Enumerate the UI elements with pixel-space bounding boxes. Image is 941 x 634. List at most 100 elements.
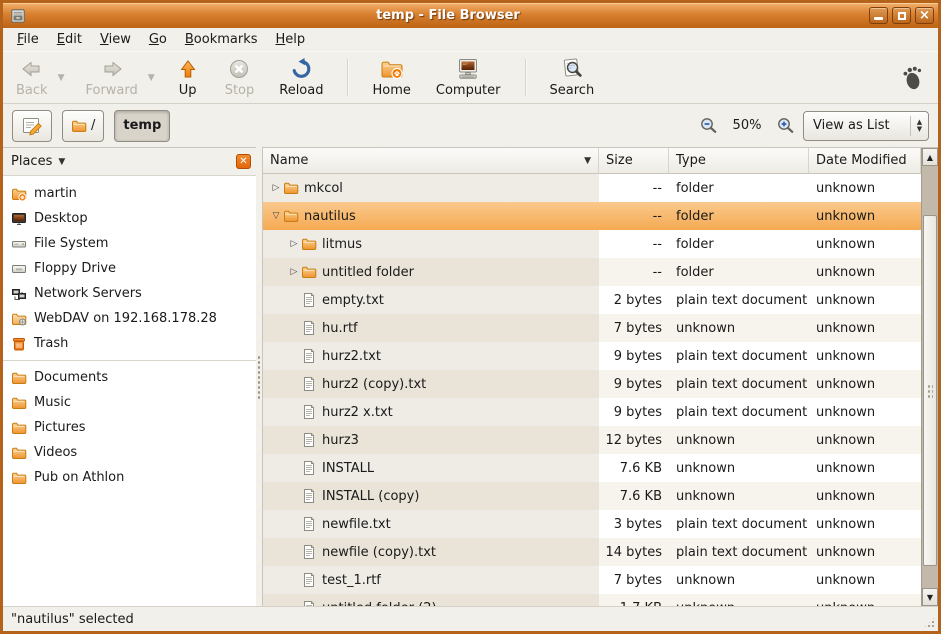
file-name: hu.rtf: [322, 321, 358, 336]
desktop-icon: [11, 211, 27, 227]
expander-closed-icon[interactable]: ▷: [269, 183, 283, 193]
sidebar-item-pub-on-athlon[interactable]: Pub on Athlon: [3, 465, 256, 490]
menu-go[interactable]: Go: [140, 30, 176, 49]
toolbar-search-main[interactable]: Search: [543, 55, 602, 100]
minimize-button[interactable]: [869, 7, 888, 24]
resize-grip[interactable]: [923, 616, 936, 629]
file-name: newfile (copy).txt: [322, 545, 436, 560]
scroll-down-button[interactable]: ▼: [922, 588, 938, 606]
window-menu-icon[interactable]: [9, 7, 27, 25]
column-header-name[interactable]: Name▼: [263, 148, 599, 174]
file-row-newfile-copy-txt[interactable]: newfile (copy).txt14 bytesplain text doc…: [263, 538, 938, 566]
scroll-up-button[interactable]: ▲: [922, 148, 938, 166]
zoom-in-icon[interactable]: [776, 116, 795, 135]
file-row-untitled-folder[interactable]: ▷untitled folder--folderunknown: [263, 258, 938, 286]
column-header-size[interactable]: Size: [599, 148, 669, 174]
toolbar-reload-main[interactable]: Reload: [272, 55, 330, 100]
cell-name: hurz2 x.txt: [263, 398, 599, 426]
toolbar-computer-main[interactable]: Computer: [429, 55, 508, 100]
column-header-date-modified[interactable]: Date Modified: [809, 148, 921, 174]
toolbar-up-main[interactable]: Up: [169, 55, 207, 100]
toolbar: Back▼Forward▼UpStopReloadHomeComputerSea…: [3, 51, 938, 104]
sidebar-item-martin[interactable]: martin: [3, 181, 256, 206]
cell-name: untitled folder (2): [263, 594, 599, 606]
cell-name: hurz3: [263, 426, 599, 454]
zoom-out-icon[interactable]: [699, 116, 718, 135]
cell-name: newfile.txt: [263, 510, 599, 538]
menu-view[interactable]: View: [91, 30, 140, 49]
sidebar-close-button[interactable]: ✕: [236, 154, 251, 169]
toolbar-search-button[interactable]: Search: [543, 55, 602, 100]
cell-date: unknown: [809, 286, 921, 314]
menu-edit[interactable]: Edit: [48, 30, 91, 49]
sidebar-item-floppy-drive[interactable]: Floppy Drive: [3, 256, 256, 281]
file-row-hurz2-txt[interactable]: hurz2.txt9 bytesplain text documentunkno…: [263, 342, 938, 370]
sidebar-item-videos[interactable]: Videos: [3, 440, 256, 465]
sidebar-item-desktop[interactable]: Desktop: [3, 206, 256, 231]
folder-icon: [11, 370, 27, 386]
pane-grip-dots: [257, 355, 261, 399]
file-row-hu-rtf[interactable]: hu.rtf7 bytesunknownunknown: [263, 314, 938, 342]
places-selector[interactable]: Places ▼: [11, 154, 65, 169]
sidebar-item-label: Pictures: [34, 420, 85, 435]
menu-help[interactable]: Help: [267, 30, 315, 49]
title-bar: temp - File Browser ×: [3, 3, 938, 28]
sidebar-item-network-servers[interactable]: Network Servers: [3, 281, 256, 306]
file-row-mkcol[interactable]: ▷mkcol--folderunknown: [263, 174, 938, 202]
maximize-button[interactable]: [892, 7, 911, 24]
toolbar-home-button[interactable]: Home: [365, 55, 417, 100]
toolbar-home-main[interactable]: Home: [365, 55, 417, 100]
home-folder-icon: [380, 57, 404, 81]
path-button-root[interactable]: /: [62, 110, 104, 142]
cell-size: 7.6 KB: [599, 454, 669, 482]
sidebar-item-pictures[interactable]: Pictures: [3, 415, 256, 440]
folder-icon: [283, 180, 299, 196]
toolbar-forward-button: Forward▼: [78, 55, 157, 100]
file-row-hurz2-copy-txt[interactable]: hurz2 (copy).txt9 bytesplain text docume…: [263, 370, 938, 398]
column-header-type[interactable]: Type: [669, 148, 809, 174]
path-button-temp[interactable]: temp: [114, 110, 170, 142]
toolbar-up-button[interactable]: Up: [169, 55, 207, 100]
expander-closed-icon[interactable]: ▷: [287, 267, 301, 277]
sidebar-item-file-system[interactable]: File System: [3, 231, 256, 256]
sidebar-item-documents[interactable]: Documents: [3, 365, 256, 390]
cell-size: 9 bytes: [599, 398, 669, 426]
expander-closed-icon[interactable]: ▷: [287, 239, 301, 249]
sidebar-item-label: File System: [34, 236, 108, 251]
file-row-untitled-folder-2[interactable]: untitled folder (2)1.7 KBunknownunknown: [263, 594, 938, 606]
file-row-hurz2-x-txt[interactable]: hurz2 x.txt9 bytesplain text documentunk…: [263, 398, 938, 426]
file-row-litmus[interactable]: ▷litmus--folderunknown: [263, 230, 938, 258]
file-row-nautilus[interactable]: ▽nautilus--folderunknown: [263, 202, 938, 230]
file-row-install-copy[interactable]: INSTALL (copy)7.6 KBunknownunknown: [263, 482, 938, 510]
menu-bookmarks[interactable]: Bookmarks: [176, 30, 267, 49]
expander-open-icon[interactable]: ▽: [269, 211, 283, 221]
vertical-scrollbar[interactable]: ▲ ▼: [921, 148, 938, 606]
cell-type: plain text document: [669, 286, 809, 314]
places-list: martinDesktop File System Floppy DriveNetw…: [3, 176, 256, 490]
close-button[interactable]: ×: [915, 7, 934, 24]
sidebar-item-music[interactable]: Music: [3, 390, 256, 415]
file-row-test-1-rtf[interactable]: test_1.rtf7 bytesunknownunknown: [263, 566, 938, 594]
file-row-install[interactable]: INSTALL7.6 KBunknownunknown: [263, 454, 938, 482]
chevron-down-icon: ▼: [58, 157, 65, 167]
trash-icon: [11, 336, 27, 352]
view-mode-selector[interactable]: View as List ▲▼: [803, 111, 929, 141]
cell-date: unknown: [809, 482, 921, 510]
file-row-empty-txt[interactable]: empty.txt2 bytesplain text documentunkno…: [263, 286, 938, 314]
stop-icon: [227, 57, 251, 81]
menu-file[interactable]: File: [8, 30, 48, 49]
path-label: temp: [123, 118, 161, 133]
toolbar-computer-button[interactable]: Computer: [429, 55, 508, 100]
edit-location-button[interactable]: [12, 110, 52, 142]
gnome-foot-icon: [900, 65, 924, 91]
file-row-hurz3[interactable]: hurz312 bytesunknownunknown: [263, 426, 938, 454]
toolbar-reload-button[interactable]: Reload: [272, 55, 330, 100]
file-row-newfile-txt[interactable]: newfile.txt3 bytesplain text documentunk…: [263, 510, 938, 538]
cell-date: unknown: [809, 202, 921, 230]
cell-size: --: [599, 258, 669, 286]
maximize-icon: [898, 12, 906, 20]
sidebar-item-trash[interactable]: Trash: [3, 331, 256, 356]
scrollbar-thumb[interactable]: [923, 215, 937, 566]
sidebar-item-webdav-on-192-168-178-28[interactable]: WebDAV on 192.168.178.28: [3, 306, 256, 331]
menu-bar: FileEditViewGoBookmarksHelp: [3, 28, 938, 51]
